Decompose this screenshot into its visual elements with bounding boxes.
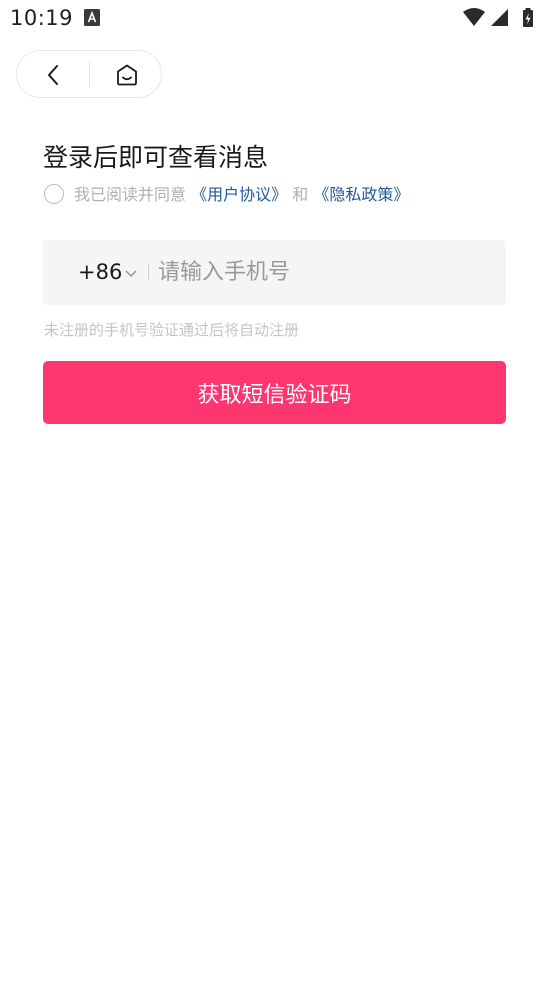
nav-capsule [16, 50, 162, 98]
home-icon[interactable] [113, 61, 141, 89]
status-time: 10:19 [10, 6, 74, 30]
battery-charging-icon [523, 8, 533, 27]
status-bar: 10:19 [0, 0, 554, 38]
user-agreement-link[interactable]: 《用户协议》 [191, 185, 287, 204]
privacy-policy-link[interactable]: 《隐私政策》 [313, 185, 409, 204]
phone-input-box: +86 [43, 240, 506, 305]
nav-divider [89, 62, 90, 88]
phone-number-input[interactable] [158, 254, 488, 290]
a-icon [84, 9, 100, 26]
chevron-left-icon[interactable] [41, 62, 67, 88]
get-sms-code-button[interactable]: 获取短信验证码 [43, 361, 506, 424]
agreement-conjunction: 和 [292, 185, 309, 204]
country-code-selector[interactable]: +86 [78, 258, 137, 286]
agreement-checkbox[interactable] [44, 184, 64, 204]
register-hint: 未注册的手机号验证通过后将自动注册 [44, 321, 300, 339]
page-title: 登录后即可查看消息 [43, 143, 269, 172]
login-screen: 10:19 登录后即可查看消息 我已阅读并同意 《用户协议》 和 《隐私政策》 … [0, 0, 554, 984]
chevron-down-icon [125, 270, 137, 277]
signal-icon [491, 9, 508, 26]
agreement-prefix: 我已阅读并同意 [74, 185, 187, 204]
status-icons [463, 8, 533, 27]
country-code: +86 [78, 260, 123, 284]
wifi-icon [463, 8, 485, 26]
code-divider [148, 264, 149, 280]
agreement-text: 我已阅读并同意 《用户协议》 和 《隐私政策》 [74, 184, 409, 206]
